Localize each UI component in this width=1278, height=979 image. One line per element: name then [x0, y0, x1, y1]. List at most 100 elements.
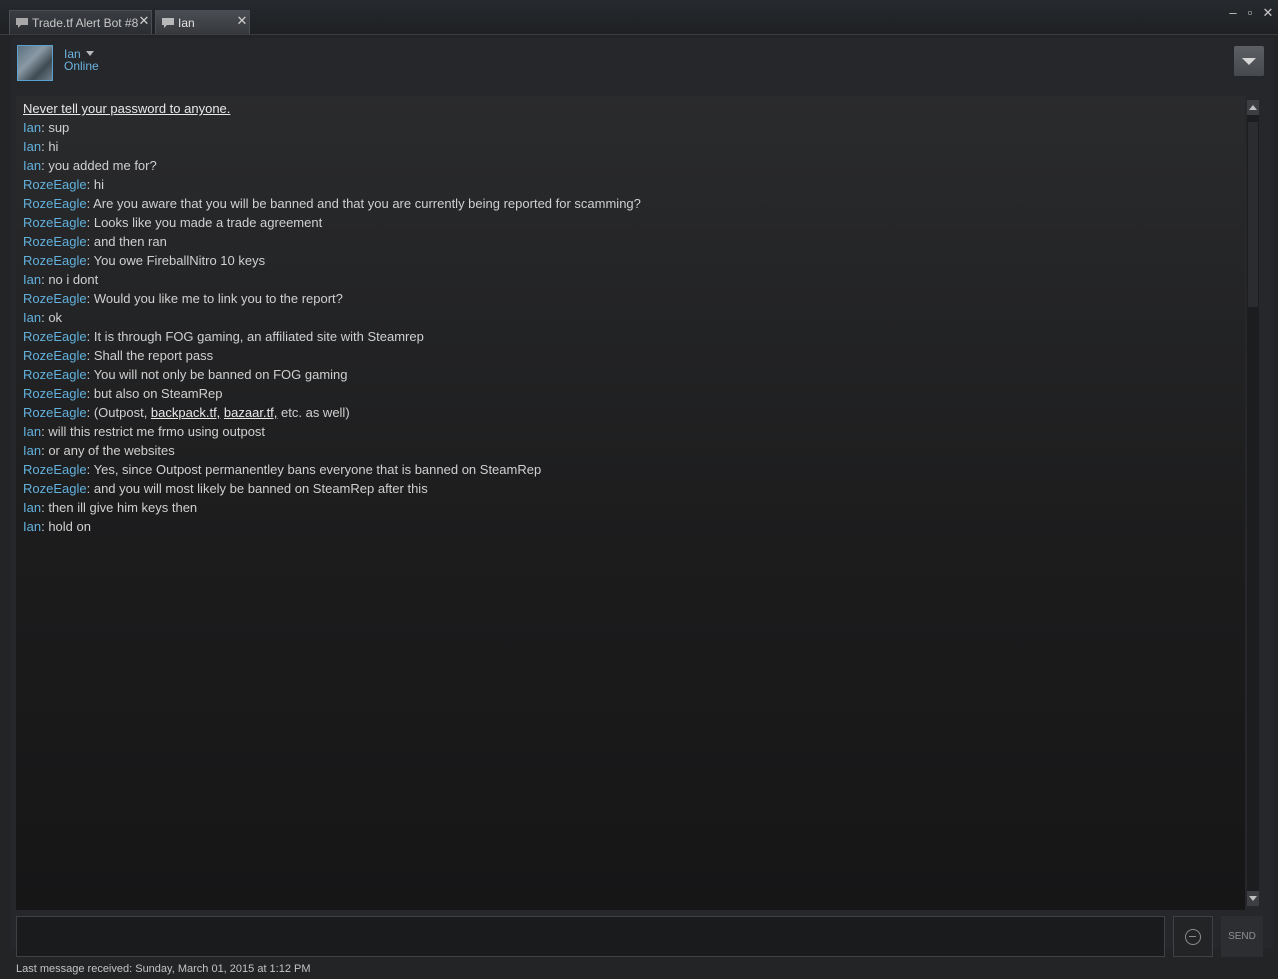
- chat-message: RozeEagle: Looks like you made a trade a…: [23, 215, 323, 230]
- message-sender[interactable]: RozeEagle: [23, 253, 87, 268]
- tab-trade-tf-alert-bot[interactable]: Trade.tf Alert Bot #8 ✕: [9, 10, 152, 34]
- chat-log: Never tell your password to anyone. Ian:…: [16, 96, 1245, 910]
- close-tab-icon[interactable]: ✕: [236, 14, 248, 27]
- chat-message: RozeEagle: You will not only be banned o…: [23, 367, 348, 382]
- message-sender[interactable]: Ian: [23, 139, 41, 154]
- message-sender[interactable]: RozeEagle: [23, 234, 87, 249]
- scroll-down-button[interactable]: [1247, 891, 1259, 906]
- message-text: Would you like me to link you to the rep…: [93, 291, 343, 306]
- message-link[interactable]: bazaar.tf,: [224, 405, 277, 420]
- message-sender[interactable]: Ian: [23, 120, 41, 135]
- message-text: Are you aware that you will be banned an…: [93, 196, 641, 211]
- message-text: or any of the websites: [48, 443, 175, 458]
- chat-message: RozeEagle: and then ran: [23, 234, 167, 249]
- close-window-icon[interactable]: ✕: [1261, 6, 1275, 20]
- message-sender[interactable]: RozeEagle: [23, 481, 87, 496]
- message-sender[interactable]: Ian: [23, 519, 41, 534]
- chat-message: RozeEagle: Yes, since Outpost permanentl…: [23, 462, 542, 477]
- warning-link[interactable]: Never tell your password to anyone.: [23, 101, 230, 116]
- tab-bar: Trade.tf Alert Bot #8 ✕ Ian ✕ – ▫ ✕: [0, 0, 1278, 35]
- message-text: Looks like you made a trade agreement: [93, 215, 323, 230]
- message-sender[interactable]: Ian: [23, 158, 41, 173]
- message-sender[interactable]: RozeEagle: [23, 386, 87, 401]
- message-sender[interactable]: Ian: [23, 500, 41, 515]
- minimize-icon[interactable]: –: [1226, 6, 1240, 20]
- restore-icon[interactable]: ▫: [1243, 6, 1257, 20]
- message-text: no i dont: [48, 272, 99, 287]
- message-text: and then ran: [93, 234, 167, 249]
- message-sender[interactable]: RozeEagle: [23, 177, 87, 192]
- message-text: ok: [48, 310, 63, 325]
- message-sender[interactable]: RozeEagle: [23, 462, 87, 477]
- message-text: etc. as well): [277, 405, 350, 420]
- message-text: but also on SteamRep: [93, 386, 223, 401]
- message-text: and you will most likely be banned on St…: [93, 481, 428, 496]
- chat-message: RozeEagle: (Outpost, backpack.tf, bazaar…: [23, 405, 350, 420]
- chevron-down-icon: [1242, 58, 1256, 65]
- message-sender[interactable]: RozeEagle: [23, 196, 87, 211]
- tab-label: Trade.tf Alert Bot #8: [32, 16, 139, 30]
- scroll-thumb[interactable]: [1248, 122, 1258, 307]
- security-warning[interactable]: Never tell your password to anyone.: [23, 100, 230, 118]
- message-sender[interactable]: Ian: [23, 272, 41, 287]
- chat-message: RozeEagle: and you will most likely be b…: [23, 481, 428, 496]
- chat-message: Ian: hold on: [23, 519, 91, 534]
- chat-message: RozeEagle: Shall the report pass: [23, 348, 214, 363]
- message-text: It is through FOG gaming, an affiliated …: [93, 329, 424, 344]
- arrow-up-icon: [1249, 105, 1257, 110]
- chat-message: Ian: will this restrict me frmo using ou…: [23, 424, 266, 439]
- chat-message: Ian: then ill give him keys then: [23, 500, 198, 515]
- message-sender[interactable]: RozeEagle: [23, 367, 87, 382]
- chat-message: Ian: sup: [23, 120, 70, 135]
- emoticon-icon: [1185, 929, 1201, 945]
- tab-label: Ian: [178, 16, 195, 30]
- message-text: you added me for?: [48, 158, 157, 173]
- send-button[interactable]: SEND: [1221, 916, 1263, 957]
- message-sender[interactable]: Ian: [23, 424, 41, 439]
- message-link[interactable]: backpack.tf,: [151, 405, 220, 420]
- chat-message: RozeEagle: but also on SteamRep: [23, 386, 223, 401]
- message-text: hi: [93, 177, 104, 192]
- friend-status: Online: [64, 59, 99, 73]
- message-text: Yes, since Outpost permanentley bans eve…: [93, 462, 542, 477]
- scroll-up-button[interactable]: [1247, 100, 1259, 115]
- arrow-down-icon: [1249, 896, 1257, 901]
- chat-message: Ian: you added me for?: [23, 158, 157, 173]
- message-text: hold on: [48, 519, 91, 534]
- chevron-down-icon[interactable]: [86, 51, 94, 56]
- chat-message: RozeEagle: You owe FireballNitro 10 keys: [23, 253, 266, 268]
- message-text: (Outpost,: [93, 405, 151, 420]
- message-text: You will not only be banned on FOG gamin…: [93, 367, 348, 382]
- chat-message: Ian: ok: [23, 310, 63, 325]
- message-text: You owe FireballNitro 10 keys: [93, 253, 266, 268]
- options-dropdown-button[interactable]: [1234, 46, 1264, 76]
- message-text: will this restrict me frmo using outpost: [48, 424, 266, 439]
- message-sender[interactable]: RozeEagle: [23, 348, 87, 363]
- chat-message: Ian: no i dont: [23, 272, 99, 287]
- message-sender[interactable]: RozeEagle: [23, 405, 87, 420]
- chat-bubble-icon: [162, 18, 174, 28]
- chat-bubble-icon: [16, 18, 28, 28]
- message-text: hi: [48, 139, 59, 154]
- close-tab-icon[interactable]: ✕: [138, 14, 150, 27]
- chat-message: RozeEagle: hi: [23, 177, 104, 192]
- chat-message: Ian: or any of the websites: [23, 443, 175, 458]
- chat-message: RozeEagle: Would you like me to link you…: [23, 291, 343, 306]
- emoticon-button[interactable]: [1173, 916, 1213, 957]
- avatar[interactable]: [17, 45, 53, 81]
- message-text: sup: [48, 120, 70, 135]
- scrollbar[interactable]: [1247, 100, 1259, 906]
- message-input[interactable]: [16, 916, 1165, 957]
- message-sender[interactable]: RozeEagle: [23, 329, 87, 344]
- tab-ian[interactable]: Ian ✕: [155, 10, 250, 34]
- message-sender[interactable]: Ian: [23, 310, 41, 325]
- message-sender[interactable]: RozeEagle: [23, 291, 87, 306]
- last-message-timestamp: Last message received: Sunday, March 01,…: [16, 963, 311, 975]
- message-text: then ill give him keys then: [48, 500, 198, 515]
- chat-message: Ian: hi: [23, 139, 59, 154]
- message-text: Shall the report pass: [93, 348, 214, 363]
- message-sender[interactable]: Ian: [23, 443, 41, 458]
- message-sender[interactable]: RozeEagle: [23, 215, 87, 230]
- chat-message: RozeEagle: Are you aware that you will b…: [23, 196, 641, 211]
- chat-message: RozeEagle: It is through FOG gaming, an …: [23, 329, 424, 344]
